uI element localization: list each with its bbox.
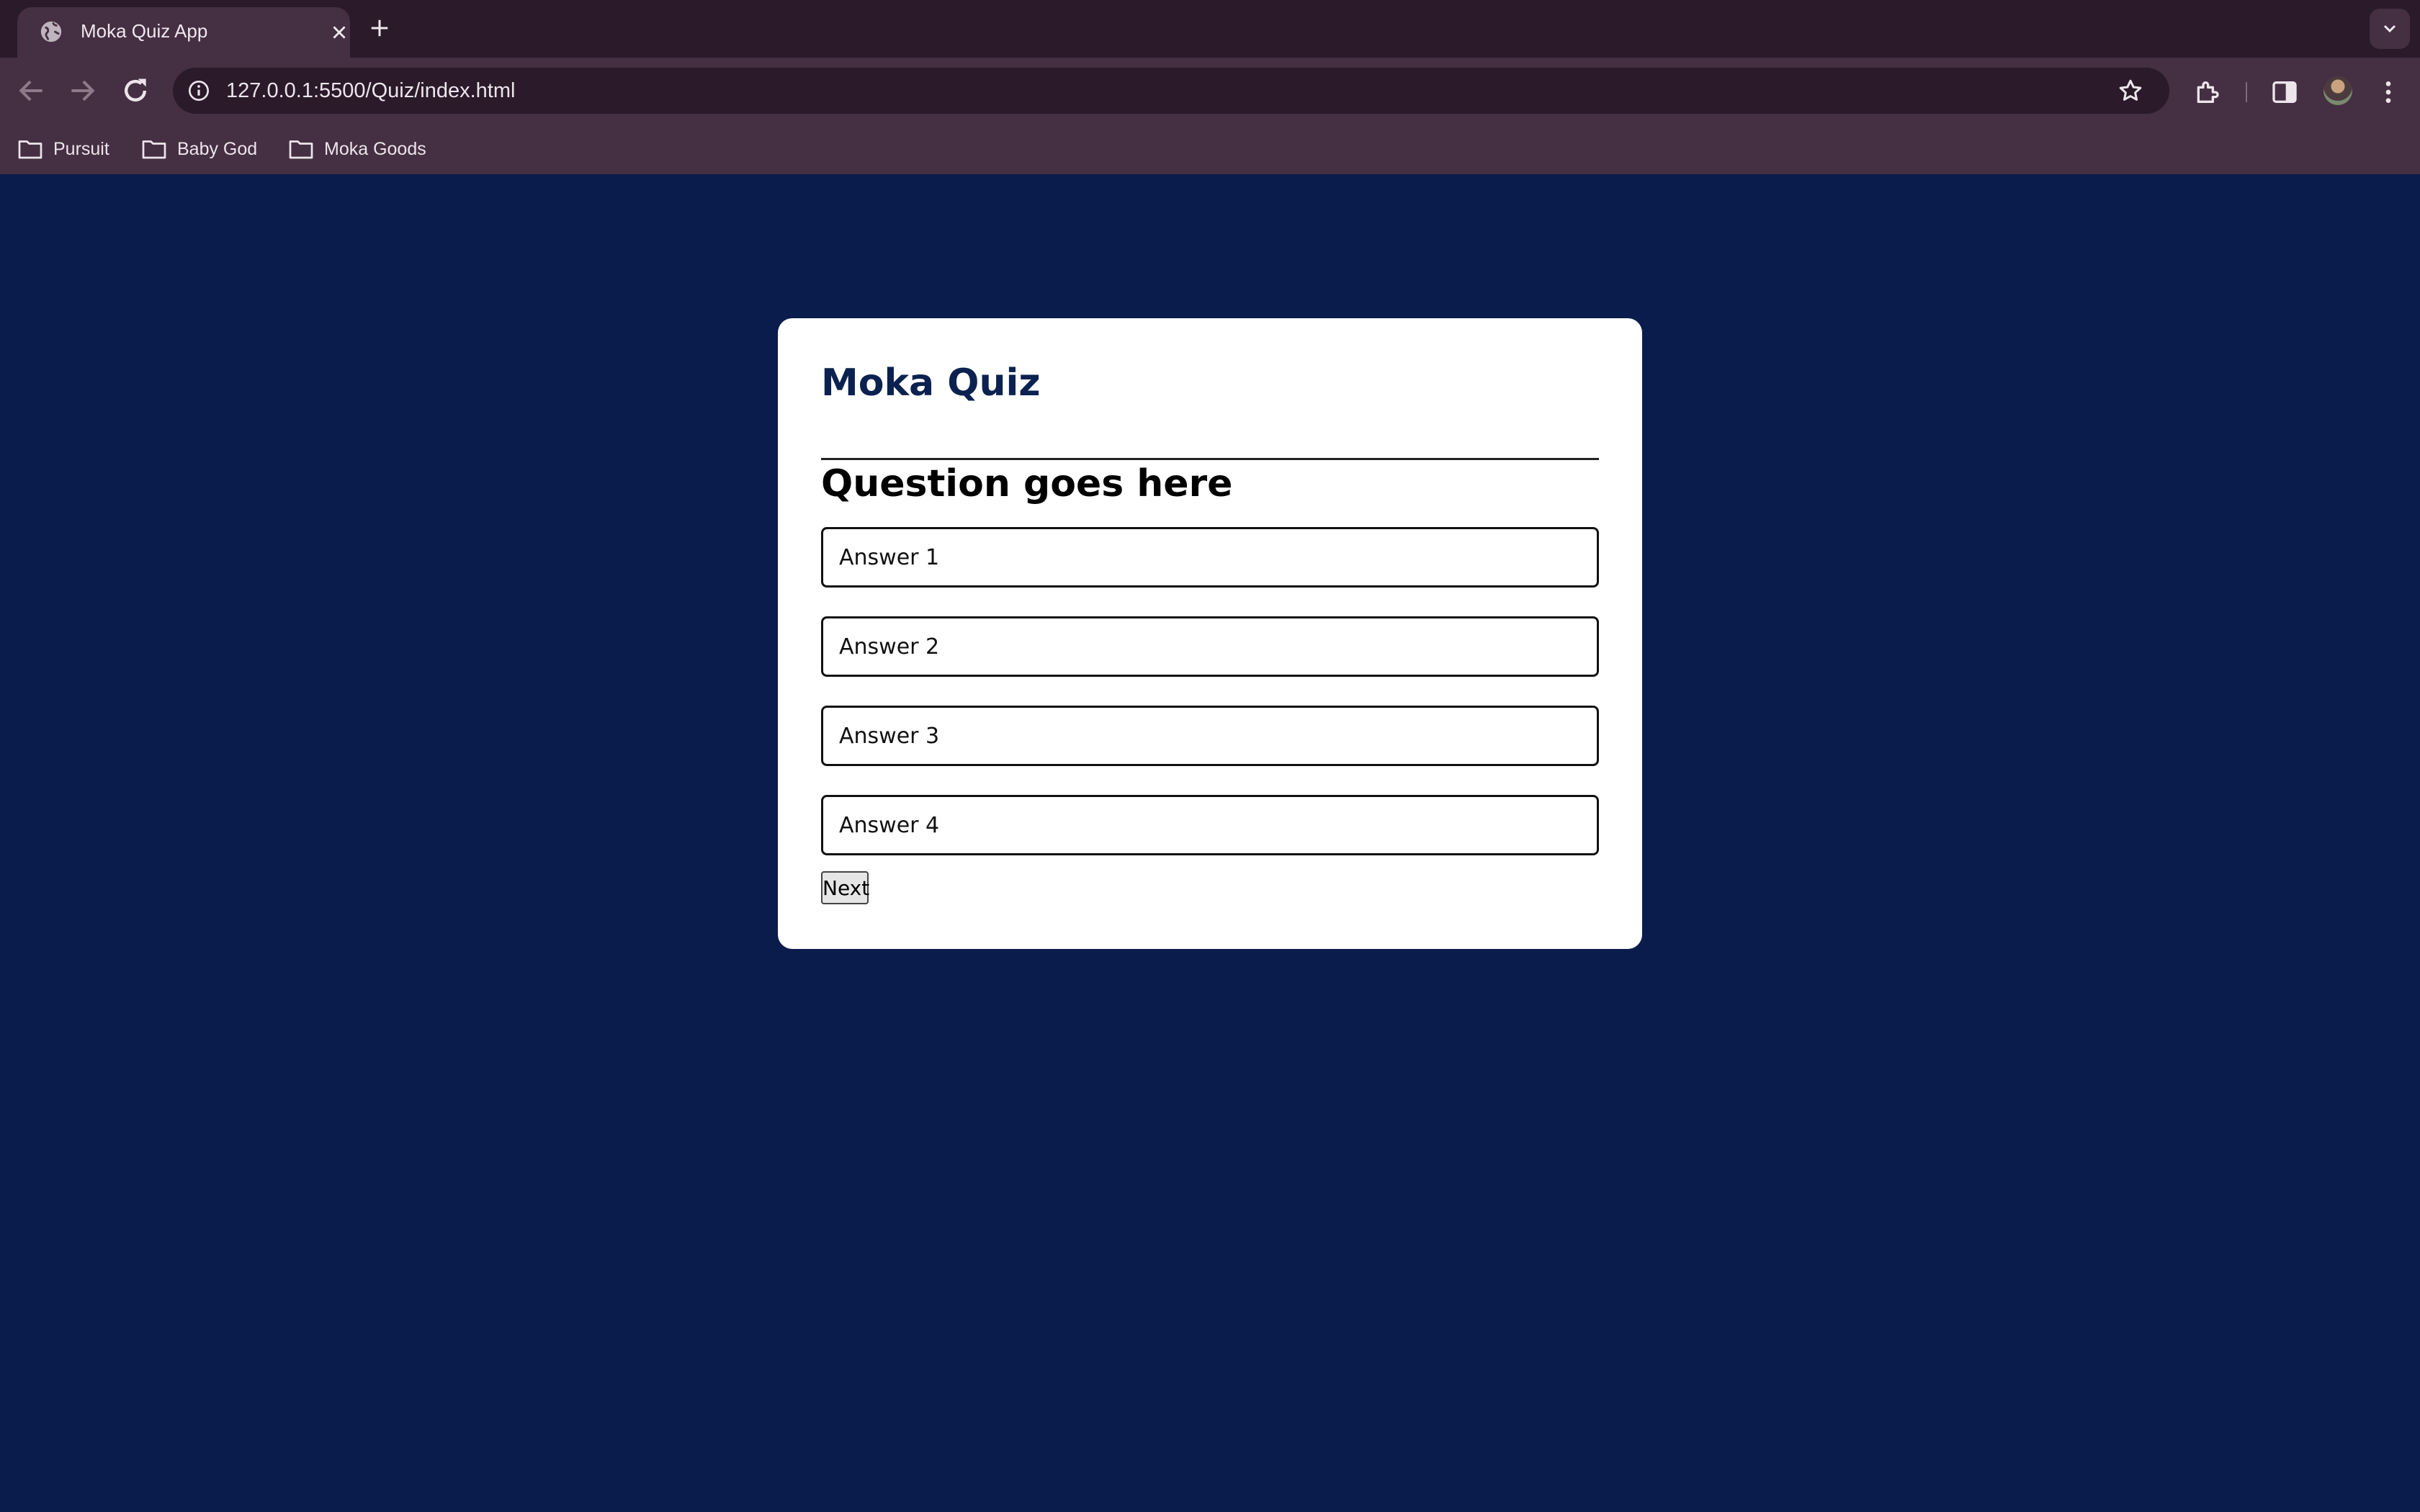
bookmark-moka-goods[interactable]: Moka Goods xyxy=(288,134,426,164)
folder-icon xyxy=(142,140,166,159)
folder-icon xyxy=(18,140,42,159)
address-bar[interactable]: 127.0.0.1:5500/Quiz/index.html xyxy=(173,68,2169,114)
back-arrow-icon[interactable] xyxy=(16,75,48,107)
page-viewport: Moka Quiz Question goes here Answer 1 An… xyxy=(0,174,2420,1512)
extensions-icon[interactable] xyxy=(2192,78,2221,107)
answer-button-2[interactable]: Answer 2 xyxy=(821,616,1599,677)
star-icon[interactable] xyxy=(2118,78,2143,104)
bookmark-label: Moka Goods xyxy=(324,138,426,159)
toolbar: 127.0.0.1:5500/Quiz/index.html xyxy=(0,58,2420,124)
url-text[interactable]: 127.0.0.1:5500/Quiz/index.html xyxy=(226,79,515,103)
tab-moka-quiz-app[interactable]: Moka Quiz App xyxy=(17,7,350,58)
bookmark-label: Baby God xyxy=(177,138,258,159)
bookmarks-bar: Pursuit Baby God Moka Goods xyxy=(0,124,2420,174)
globe-icon xyxy=(40,21,62,42)
tab-search-button[interactable] xyxy=(2370,9,2410,49)
bookmark-pursuit[interactable]: Pursuit xyxy=(17,134,109,164)
avatar[interactable] xyxy=(2323,76,2352,105)
forward-arrow-icon[interactable] xyxy=(66,75,98,107)
answer-button-1[interactable]: Answer 1 xyxy=(821,527,1599,588)
bookmark-baby-god[interactable]: Baby God xyxy=(141,134,257,164)
info-icon[interactable] xyxy=(187,79,210,102)
side-panel-icon[interactable] xyxy=(2270,78,2299,107)
tab-title: Moka Quiz App xyxy=(81,20,208,42)
chevron-down-icon xyxy=(2383,24,2396,33)
folder-icon xyxy=(289,140,313,159)
quiz-card: Moka Quiz Question goes here Answer 1 An… xyxy=(778,318,1642,949)
bookmark-label: Pursuit xyxy=(53,138,109,159)
answer-button-3[interactable]: Answer 3 xyxy=(821,706,1599,766)
divider xyxy=(821,458,1599,460)
reload-icon[interactable] xyxy=(120,75,151,107)
quiz-title: Moka Quiz xyxy=(821,361,1041,405)
toolbar-divider xyxy=(2246,82,2247,102)
browser-chrome: Moka Quiz App 127.0.0.1:5500/Quiz/index.… xyxy=(0,0,2420,174)
close-icon[interactable] xyxy=(330,23,349,42)
answer-button-4[interactable]: Answer 4 xyxy=(821,795,1599,855)
plus-icon[interactable] xyxy=(369,17,390,39)
kebab-menu-icon[interactable] xyxy=(2374,78,2403,107)
question-text: Question goes here xyxy=(821,462,1233,505)
tab-strip: Moka Quiz App xyxy=(0,0,2420,58)
next-button[interactable]: Next xyxy=(821,871,869,904)
